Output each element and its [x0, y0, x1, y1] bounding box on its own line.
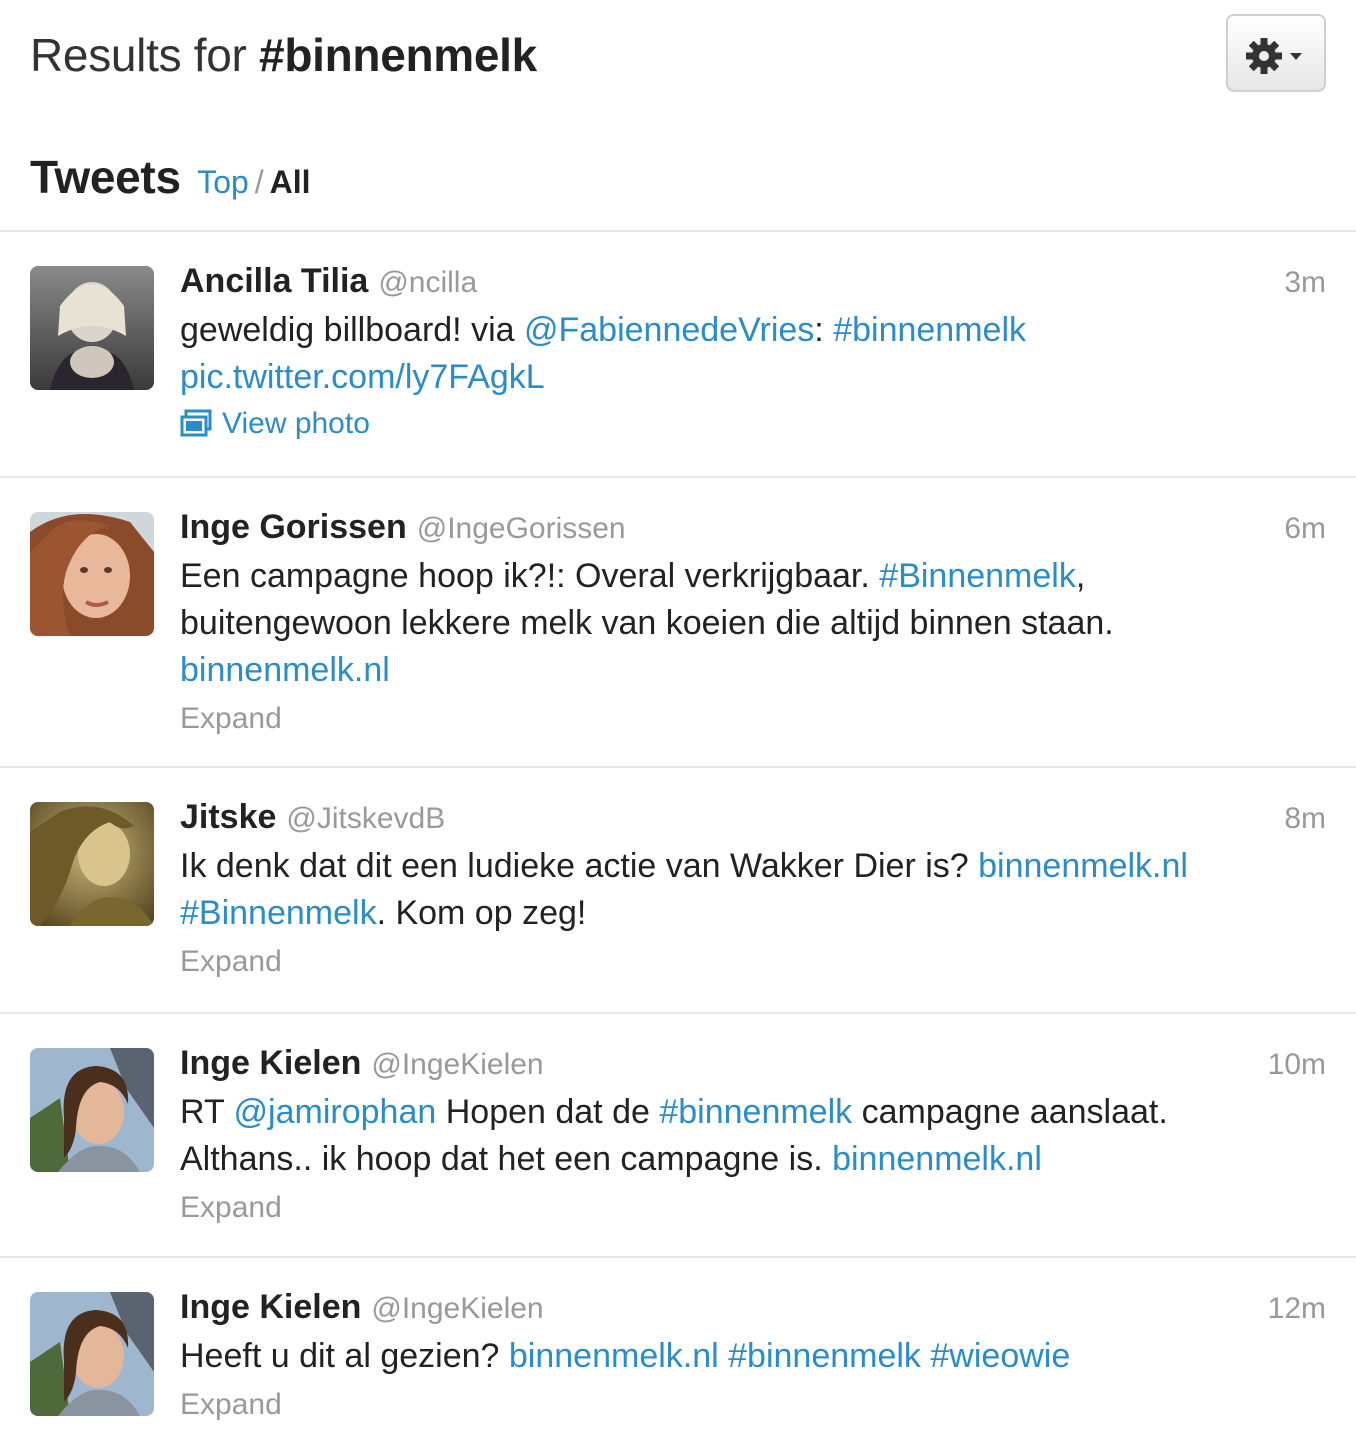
tweet-timestamp[interactable]: 3m — [1284, 266, 1326, 300]
tweet-text-line: Heeft u dit al gezien? binnenmelk.nl #bi… — [180, 1333, 1326, 1380]
tweet-author-name[interactable]: Jitske — [180, 798, 276, 836]
tweet-timestamp[interactable]: 10m — [1268, 1048, 1326, 1082]
tweet-text-segment: Heeft u dit al gezien? — [180, 1337, 509, 1375]
search-header: Results for #binnenmelk — [0, 0, 1356, 116]
tweet-author-name[interactable]: Inge Kielen — [180, 1288, 361, 1326]
tweet-text-segment: Althans.. ik hoop dat het een campagne i… — [180, 1140, 833, 1178]
tweet-item[interactable]: Inge Gorissen @IngeGorissen 6m Een campagne… — [0, 476, 1356, 766]
tweet-content: Inge Kielen @IngeKielen 12m Heeft u dit al … — [180, 1288, 1326, 1422]
all-filter-link[interactable]: All — [270, 164, 311, 200]
tweet-text-segment: , — [1075, 557, 1086, 595]
url-link[interactable]: pic.twitter.com/ly7FAgkL — [180, 358, 545, 396]
tweet-text-segment — [719, 1337, 728, 1375]
hashtag-link[interactable]: #Binnenmelk — [180, 894, 377, 932]
tweet-content: Inge Kielen @IngeKielen 10m RT @jamirophan … — [180, 1044, 1326, 1225]
page-title: Results for #binnenmelk — [30, 28, 537, 82]
tweet-author-handle[interactable]: @IngeKielen — [371, 1048, 543, 1081]
tweet-text: Heeft u dit al gezien? binnenmelk.nl #bi… — [180, 1333, 1326, 1380]
results-prefix: Results for — [30, 29, 247, 81]
url-link[interactable]: binnenmelk.nl — [832, 1140, 1042, 1178]
tweet-header: Inge Gorissen @IngeGorissen 6m — [180, 508, 1326, 552]
top-filter-link[interactable]: Top — [197, 164, 249, 200]
avatar-jitske[interactable] — [30, 802, 154, 926]
stream-filter: Top / All — [197, 164, 310, 200]
url-link[interactable]: binnenmelk.nl — [978, 847, 1188, 885]
mention-link[interactable]: @FabiennedeVries — [524, 311, 814, 349]
hashtag-link[interactable]: #wieowie — [930, 1337, 1070, 1375]
tweet-text: RT @jamirophan Hopen dat de #binnenmelk … — [180, 1089, 1326, 1183]
tweet-text-segment: Hopen dat de — [436, 1093, 660, 1131]
hashtag-link[interactable]: #binnenmelk — [833, 311, 1026, 349]
mention-link[interactable]: @jamirophan — [234, 1093, 437, 1131]
tweet-item[interactable]: Jitske @JitskevdB 8m Ik denk dat dit een lu… — [0, 766, 1356, 1012]
expand-link[interactable]: Expand — [180, 1191, 1326, 1225]
tweet-text: Ik denk dat dit een ludieke actie van Wa… — [180, 843, 1326, 937]
tweet-text-line: buitengewoon lekkere melk van koeien die… — [180, 600, 1326, 647]
tweet-author-name[interactable]: Inge Kielen — [180, 1044, 361, 1082]
gear-icon — [1246, 38, 1302, 74]
avatar-inge-kielen[interactable] — [30, 1048, 154, 1172]
tweet-author-handle[interactable]: @IngeKielen — [371, 1292, 543, 1325]
tweet-text-segment: Een campagne hoop ik?!: Overal verkrijgb… — [180, 557, 880, 595]
tweet-text-line: binnenmelk.nl — [180, 647, 1326, 694]
tweet-header: Ancilla Tilia @ncilla 3m — [180, 262, 1326, 306]
url-link[interactable]: binnenmelk.nl — [180, 651, 390, 689]
tweet-text-line: pic.twitter.com/ly7FAgkL — [180, 354, 1326, 401]
tweet-text-segment: : — [814, 311, 834, 349]
tweet-timestamp[interactable]: 6m — [1284, 512, 1326, 546]
stream-subheader: Tweets Top / All — [30, 150, 311, 204]
avatar-inge-kielen[interactable] — [30, 1292, 154, 1416]
tweet-text-segment: campagne aanslaat. — [852, 1093, 1168, 1131]
hashtag-link[interactable]: #binnenmelk — [728, 1337, 921, 1375]
tweet-author-handle[interactable]: @JitskevdB — [286, 802, 445, 835]
tweet-content: Jitske @JitskevdB 8m Ik denk dat dit een lu… — [180, 798, 1326, 979]
tweet-text-segment: geweldig billboard! via — [180, 311, 524, 349]
tweet-item[interactable]: Ancilla Tilia @ncilla 3m geweldig billboard… — [0, 230, 1356, 476]
tweet-text-segment — [921, 1337, 930, 1375]
tweet-author-name[interactable]: Inge Gorissen — [180, 508, 407, 546]
tweet-author-name[interactable]: Ancilla Tilia — [180, 262, 368, 300]
view-photo-label: View photo — [222, 407, 370, 440]
filter-separator: / — [254, 164, 264, 200]
tweet-text-line: RT @jamirophan Hopen dat de #binnenmelk … — [180, 1089, 1326, 1136]
tweet-author-handle[interactable]: @IngeGorissen — [417, 512, 626, 545]
search-query: #binnenmelk — [259, 29, 537, 81]
tweet-author-handle[interactable]: @ncilla — [378, 266, 477, 299]
expand-link[interactable]: Expand — [180, 1388, 1326, 1422]
tweet-content: Inge Gorissen @IngeGorissen 6m Een campagne… — [180, 508, 1326, 736]
hashtag-link[interactable]: #binnenmelk — [659, 1093, 852, 1131]
tweet-item[interactable]: Inge Kielen @IngeKielen 10m RT @jamirophan … — [0, 1012, 1356, 1256]
tweet-content: Ancilla Tilia @ncilla 3m geweldig billboard… — [180, 262, 1326, 441]
tweet-header: Inge Kielen @IngeKielen 12m — [180, 1288, 1326, 1332]
tweet-text-segment: . Kom op zeg! — [376, 894, 587, 932]
chevron-down-icon — [1290, 53, 1302, 60]
tweet-text-segment: buitengewoon lekkere melk van koeien die… — [180, 604, 1114, 642]
tweet-text-segment: RT — [180, 1093, 234, 1131]
tweet-text-segment: Ik denk dat dit een ludieke actie van Wa… — [180, 847, 979, 885]
tweet-timestamp[interactable]: 8m — [1284, 802, 1326, 836]
expand-link[interactable]: Expand — [180, 945, 1326, 979]
settings-button[interactable] — [1226, 14, 1326, 92]
expand-link[interactable]: Expand — [180, 702, 1326, 736]
tweet-text-line: #Binnenmelk. Kom op zeg! — [180, 890, 1326, 937]
tweet-timestamp[interactable]: 12m — [1268, 1292, 1326, 1326]
tweet-header: Inge Kielen @IngeKielen 10m — [180, 1044, 1326, 1088]
tweet-text-line: Een campagne hoop ik?!: Overal verkrijgb… — [180, 553, 1326, 600]
tweets-heading: Tweets — [30, 151, 181, 203]
view-photo-link[interactable]: View photo — [180, 407, 1326, 441]
tweet-header: Jitske @JitskevdB 8m — [180, 798, 1326, 842]
tweet-text-line: geweldig billboard! via @FabiennedeVries… — [180, 307, 1326, 354]
url-link[interactable]: binnenmelk.nl — [509, 1337, 719, 1375]
tweet-text-line: Althans.. ik hoop dat het een campagne i… — [180, 1136, 1326, 1183]
avatar-inge-gorissen[interactable] — [30, 512, 154, 636]
tweet-stream: Ancilla Tilia @ncilla 3m geweldig billboard… — [0, 230, 1356, 1448]
hashtag-link[interactable]: #Binnenmelk — [879, 557, 1076, 595]
photo-icon — [180, 409, 212, 437]
tweet-text: Een campagne hoop ik?!: Overal verkrijgb… — [180, 553, 1326, 694]
avatar-ancilla[interactable] — [30, 266, 154, 390]
tweet-text-line: Ik denk dat dit een ludieke actie van Wa… — [180, 843, 1326, 890]
tweet-item[interactable]: Inge Kielen @IngeKielen 12m Heeft u dit al … — [0, 1256, 1356, 1448]
tweet-text: geweldig billboard! via @FabiennedeVries… — [180, 307, 1326, 401]
